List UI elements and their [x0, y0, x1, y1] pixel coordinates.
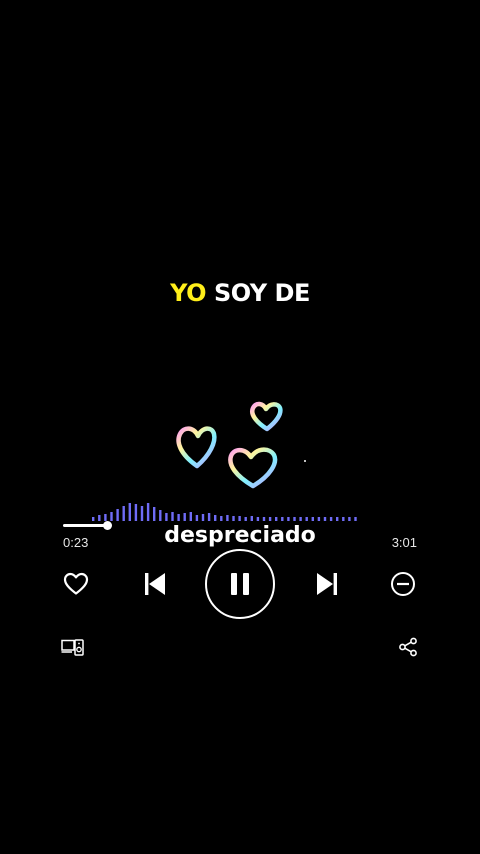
like-button[interactable]	[61, 569, 91, 599]
share-icon	[399, 637, 417, 657]
visualizer-bar	[146, 503, 150, 521]
visualizer-bar	[250, 516, 253, 521]
visualizer-bar	[323, 517, 327, 521]
visualizer-bar	[220, 516, 223, 521]
visualizer-bar	[92, 517, 95, 521]
visualizer-bar	[140, 506, 144, 521]
visualizer-bar	[165, 513, 168, 521]
minus-circle-icon	[391, 572, 415, 596]
heart-top-decoration	[250, 401, 283, 432]
lyric-line: YO SOY DE	[0, 279, 480, 307]
remove-button[interactable]	[389, 570, 417, 598]
visualizer-bar	[153, 507, 156, 521]
visualizer-bar	[226, 515, 229, 521]
pause-button[interactable]	[205, 549, 275, 619]
lyric-current-word: despreciado	[164, 523, 316, 548]
visualizer-bar	[311, 517, 314, 521]
visualizer-bar	[214, 515, 217, 521]
visualizer-bar	[268, 517, 272, 521]
visualizer-bar	[189, 512, 192, 521]
visualizer-bar	[201, 514, 205, 521]
visualizer-bar	[305, 517, 308, 521]
previous-button[interactable]	[140, 568, 170, 600]
heart-bottom-decoration	[228, 447, 278, 489]
visualizer-bar	[262, 517, 266, 521]
visualizer-bar	[342, 517, 345, 521]
audio-visualizer	[92, 503, 357, 521]
skip-next-icon	[317, 573, 337, 595]
visualizer-bar	[293, 517, 296, 521]
visualizer-bar	[238, 516, 241, 521]
sparkle-dot	[304, 460, 306, 462]
lyric-highlight-word: YO	[170, 279, 207, 307]
heart-left-decoration	[176, 426, 217, 469]
visualizer-bar	[116, 509, 119, 521]
share-button[interactable]	[396, 635, 420, 659]
visualizer-bar	[195, 515, 199, 521]
visualizer-bar	[275, 517, 278, 521]
pause-icon	[231, 573, 249, 595]
visualizer-bar	[329, 517, 333, 521]
visualizer-bar	[336, 517, 339, 521]
connect-device-icon	[60, 638, 84, 656]
visualizer-bar	[134, 504, 138, 521]
next-button[interactable]	[312, 568, 342, 600]
visualizer-bar	[244, 517, 247, 521]
visualizer-bar	[207, 513, 211, 521]
visualizer-bar	[98, 515, 101, 521]
skip-previous-icon	[145, 573, 165, 595]
visualizer-bar	[281, 517, 284, 521]
visualizer-bar	[171, 512, 174, 521]
visualizer-bar	[122, 506, 125, 521]
rainbow-hearts-decoration	[176, 401, 306, 489]
visualizer-bar	[183, 513, 186, 521]
visualizer-bar	[287, 517, 290, 521]
visualizer-bar	[348, 517, 351, 521]
lyric-rest-text: SOY DE	[206, 279, 310, 307]
visualizer-bar	[232, 516, 235, 521]
visualizer-bar	[177, 514, 180, 521]
visualizer-bar	[317, 517, 321, 521]
visualizer-bar	[354, 517, 357, 521]
heart-outline-icon	[63, 572, 89, 595]
visualizer-bar	[299, 517, 302, 521]
devices-button[interactable]	[60, 636, 84, 658]
visualizer-bar	[110, 512, 113, 521]
visualizer-bar	[128, 503, 131, 521]
visualizer-bar	[159, 510, 162, 521]
visualizer-bar	[256, 517, 260, 521]
visualizer-bar	[104, 514, 107, 521]
